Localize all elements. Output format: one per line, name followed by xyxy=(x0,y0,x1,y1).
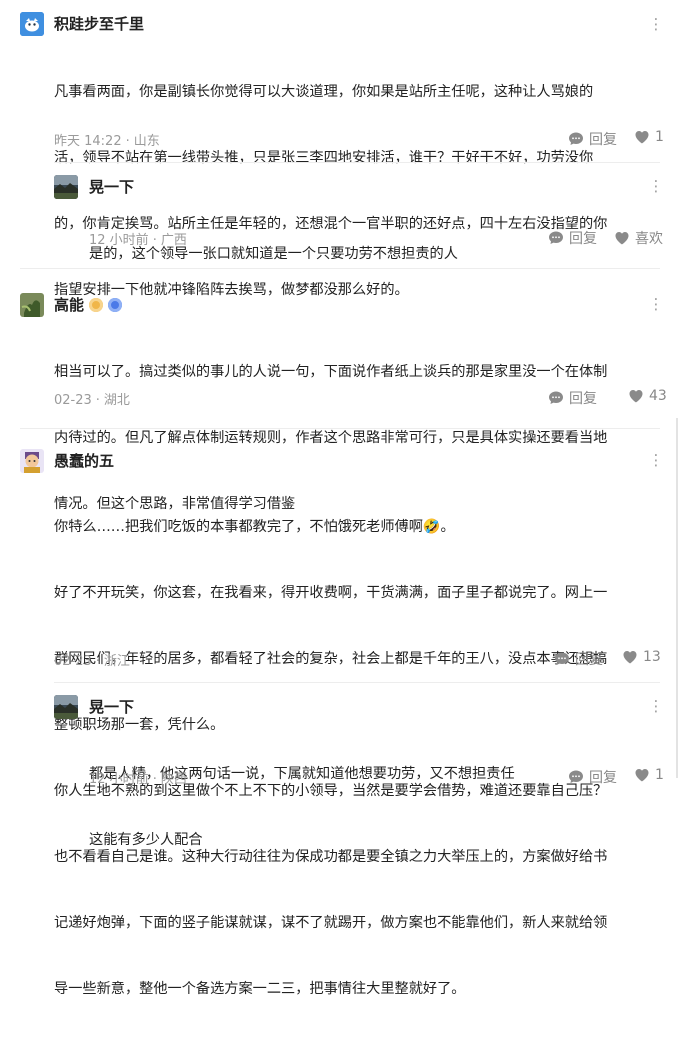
reply-button[interactable]: 回复 xyxy=(554,649,603,669)
comment-line: 导一些新意，整他一个备选方案一二三，把事情往大里整就好了。 xyxy=(54,981,466,997)
landscape-avatar-icon xyxy=(54,175,78,199)
username[interactable]: 晃一下 xyxy=(89,696,134,717)
location: 浙江 xyxy=(103,654,130,669)
like-count: 1 xyxy=(655,767,664,783)
divider xyxy=(54,682,660,683)
location: 山东 xyxy=(133,134,160,149)
comment-line: 内待过的。但凡了解点体制运转规则，作者这个思路非常可行，只是具体实操还要看当地 xyxy=(54,430,608,446)
comment-meta: 02-23 · 浙江 xyxy=(54,654,130,669)
timestamp: 12 小时前 xyxy=(89,772,149,787)
reply-button[interactable]: 回复 xyxy=(568,129,617,149)
username[interactable]: 高能 xyxy=(54,294,123,315)
like-count: 13 xyxy=(643,649,661,665)
username-text: 高能 xyxy=(54,296,85,314)
avatar[interactable] xyxy=(20,293,44,317)
timestamp: 12 小时前 xyxy=(89,233,149,248)
comment-line: 这能有多少人配合 xyxy=(89,832,203,848)
divider xyxy=(20,428,660,429)
like-label: 喜欢 xyxy=(635,231,663,247)
comment-line: 相当可以了。搞过类似的事儿的人说一句，下面说作者纸上谈兵的那是家里没一个在体制 xyxy=(54,364,608,380)
like-button[interactable]: 43 xyxy=(628,388,667,404)
comment-line: 活，领导不站在第一线带头推，只是张三李四地安排活，谁干？干好干不好，功劳没你 xyxy=(54,150,594,166)
more-icon[interactable]: ⋮ xyxy=(646,176,666,196)
like-button[interactable]: 1 xyxy=(634,129,664,145)
cartoon-avatar-icon xyxy=(20,449,44,473)
reply-button[interactable]: 回复 xyxy=(568,767,617,787)
comment-line: 凡事看两面，你是副镇长你觉得可以大谈道理，你如果是站所主任呢，这种让人骂娘的 xyxy=(54,84,594,100)
like-count: 43 xyxy=(649,388,667,404)
heart-icon xyxy=(629,390,643,403)
heart-icon xyxy=(635,769,649,782)
chat-bubble-icon xyxy=(569,132,583,145)
reply-label: 回复 xyxy=(569,391,597,407)
more-icon[interactable]: ⋮ xyxy=(646,450,666,470)
timestamp: 昨天 14:22 xyxy=(54,134,122,149)
more-icon[interactable]: ⋮ xyxy=(646,294,666,314)
chat-bubble-icon xyxy=(549,231,563,244)
level-badge-icon xyxy=(89,298,104,312)
reply-button[interactable]: 回复 xyxy=(548,228,597,248)
divider xyxy=(20,268,660,269)
chat-bubble-icon xyxy=(555,652,569,665)
timestamp: 02-23 xyxy=(54,393,92,408)
comment-line: 群网民们，年轻的居多，都看轻了社会的复杂，社会上都是千年的王八，没点本事还想搞 xyxy=(54,651,608,667)
like-count: 1 xyxy=(655,129,664,145)
divider xyxy=(54,162,660,163)
reply-text: 是的，这个领导一张口就知道是一个只要功劳不想担责的人 xyxy=(89,199,458,309)
reply-label: 回复 xyxy=(575,652,603,668)
comment-meta: 12 小时前 · 陕西 xyxy=(89,772,187,787)
chat-bubble-icon xyxy=(549,391,563,404)
like-button[interactable]: 喜欢 xyxy=(614,228,663,248)
username[interactable]: 晃一下 xyxy=(89,176,134,197)
reply-label: 回复 xyxy=(589,770,617,786)
verified-badge-icon xyxy=(108,298,123,312)
avatar[interactable] xyxy=(20,449,44,473)
avatar[interactable] xyxy=(54,695,78,719)
heart-icon xyxy=(635,131,649,144)
landscape-avatar-icon xyxy=(54,695,78,719)
bird-avatar-icon xyxy=(20,12,44,36)
username[interactable]: 积跬步至千里 xyxy=(54,13,144,34)
reply-button[interactable]: 回复 xyxy=(548,388,597,408)
location: 湖北 xyxy=(103,393,130,408)
comment-meta: 12 小时前 · 广西 xyxy=(89,233,187,248)
like-button[interactable]: 13 xyxy=(622,649,661,665)
plant-avatar-icon xyxy=(20,293,44,317)
comment-line: 好了不开玩笑，你这套，在我看来，得开收费啊，干货满满，面子里子都说完了。网上一 xyxy=(54,585,608,601)
avatar[interactable] xyxy=(54,175,78,199)
chat-bubble-icon xyxy=(569,770,583,783)
more-icon[interactable]: ⋮ xyxy=(646,14,666,34)
location: 广西 xyxy=(160,233,187,248)
comment-meta: 02-23 · 湖北 xyxy=(54,393,130,408)
comment-line: 你特么……把我们吃饭的本事都教完了，不怕饿死老师傅啊🤣。 xyxy=(54,519,455,535)
comment-line: 记递好炮弹，下面的竖子能谋就谋，谋不了就踢开，做方案也不能靠他们，新人来就给领 xyxy=(54,915,608,931)
heart-icon xyxy=(623,651,637,664)
username[interactable]: 愚蠢的五 xyxy=(54,450,114,471)
like-button[interactable]: 1 xyxy=(634,767,664,783)
location: 陕西 xyxy=(160,772,187,787)
comment-meta: 昨天 14:22 · 山东 xyxy=(54,134,160,149)
reply-label: 回复 xyxy=(569,231,597,247)
reply-text: 都是人精，他这两句话一说，下属就知道他想要功劳，又不想担责任 这能有多少人配合 xyxy=(89,719,515,895)
avatar[interactable] xyxy=(20,12,44,36)
heart-icon xyxy=(615,232,629,245)
more-icon[interactable]: ⋮ xyxy=(646,696,666,716)
timestamp: 02-23 xyxy=(54,654,92,669)
reply-label: 回复 xyxy=(589,132,617,148)
